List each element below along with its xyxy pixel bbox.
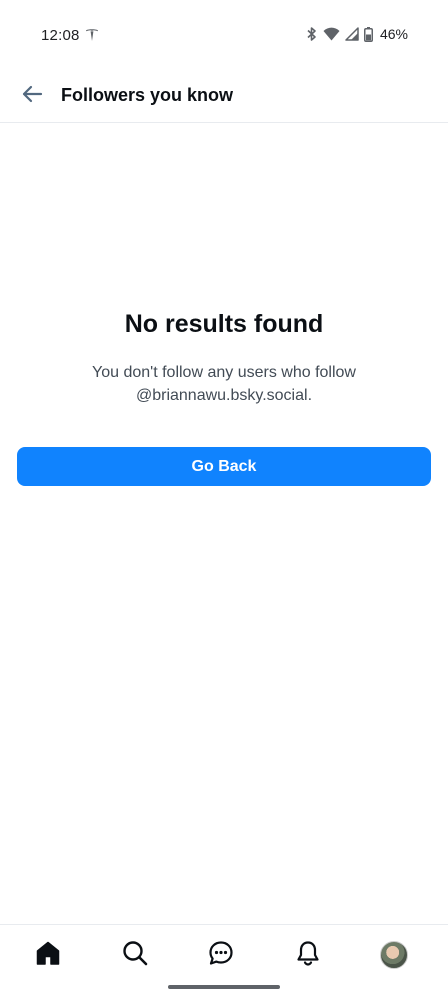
- home-icon: [35, 940, 61, 971]
- header: Followers you know: [0, 72, 448, 123]
- page-title: Followers you know: [61, 85, 234, 105]
- screen: 12:08 46% Followers you know No results …: [0, 0, 448, 1000]
- back-button[interactable]: [16, 80, 48, 112]
- signal-icon: [345, 27, 359, 41]
- battery-percent: 46%: [379, 26, 408, 42]
- status-bar: 12:08 46%: [0, 0, 448, 72]
- tesla-icon: [84, 27, 100, 43]
- search-icon: [122, 940, 148, 971]
- go-back-button[interactable]: Go Back: [17, 447, 431, 486]
- nav-profile[interactable]: [376, 937, 412, 973]
- status-time: 12:08: [41, 27, 80, 44]
- chat-icon: [208, 940, 234, 971]
- bluetooth-icon: [306, 26, 318, 42]
- gesture-bar[interactable]: [168, 985, 280, 989]
- status-icons: 46%: [306, 26, 408, 42]
- nav-chat[interactable]: [203, 937, 239, 973]
- empty-state-message: You don't follow any users who follow @b…: [92, 364, 356, 404]
- empty-state-title: No results found: [124, 310, 324, 338]
- battery-icon: [363, 26, 373, 42]
- nav-home[interactable]: [30, 937, 66, 973]
- avatar: [380, 941, 408, 969]
- arrow-left-icon: [21, 85, 43, 108]
- nav-search[interactable]: [117, 937, 153, 973]
- nav-notifications[interactable]: [290, 937, 326, 973]
- wifi-icon: [323, 27, 340, 41]
- bell-icon: [295, 940, 321, 971]
